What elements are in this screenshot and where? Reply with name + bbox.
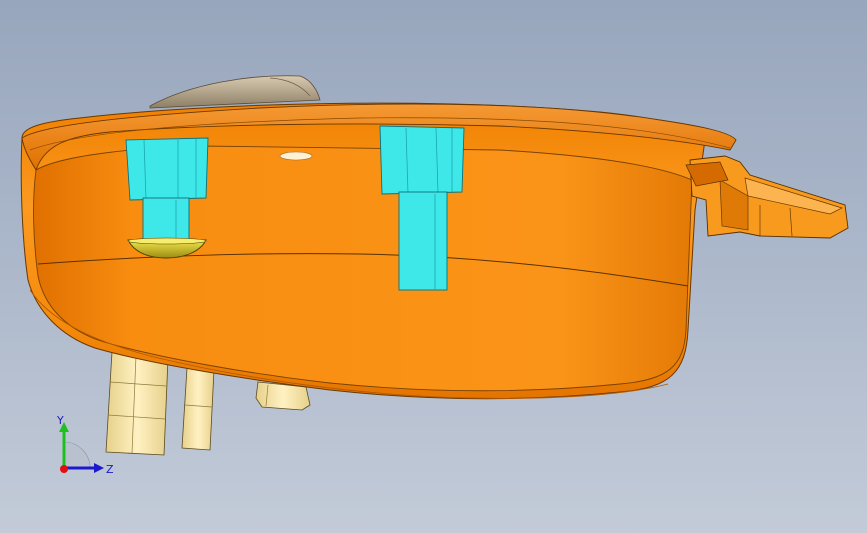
model-view[interactable] [0,0,867,533]
side-latch [685,155,849,239]
graphics-viewport[interactable]: Y Z [0,0,867,533]
live-pin [181,367,215,451]
coordinate-triad-icon: Y Z [56,414,114,476]
z-axis-label: Z [106,463,114,476]
top-hole [279,151,313,161]
y-axis-label: Y [56,414,64,427]
top-dome [149,75,321,109]
